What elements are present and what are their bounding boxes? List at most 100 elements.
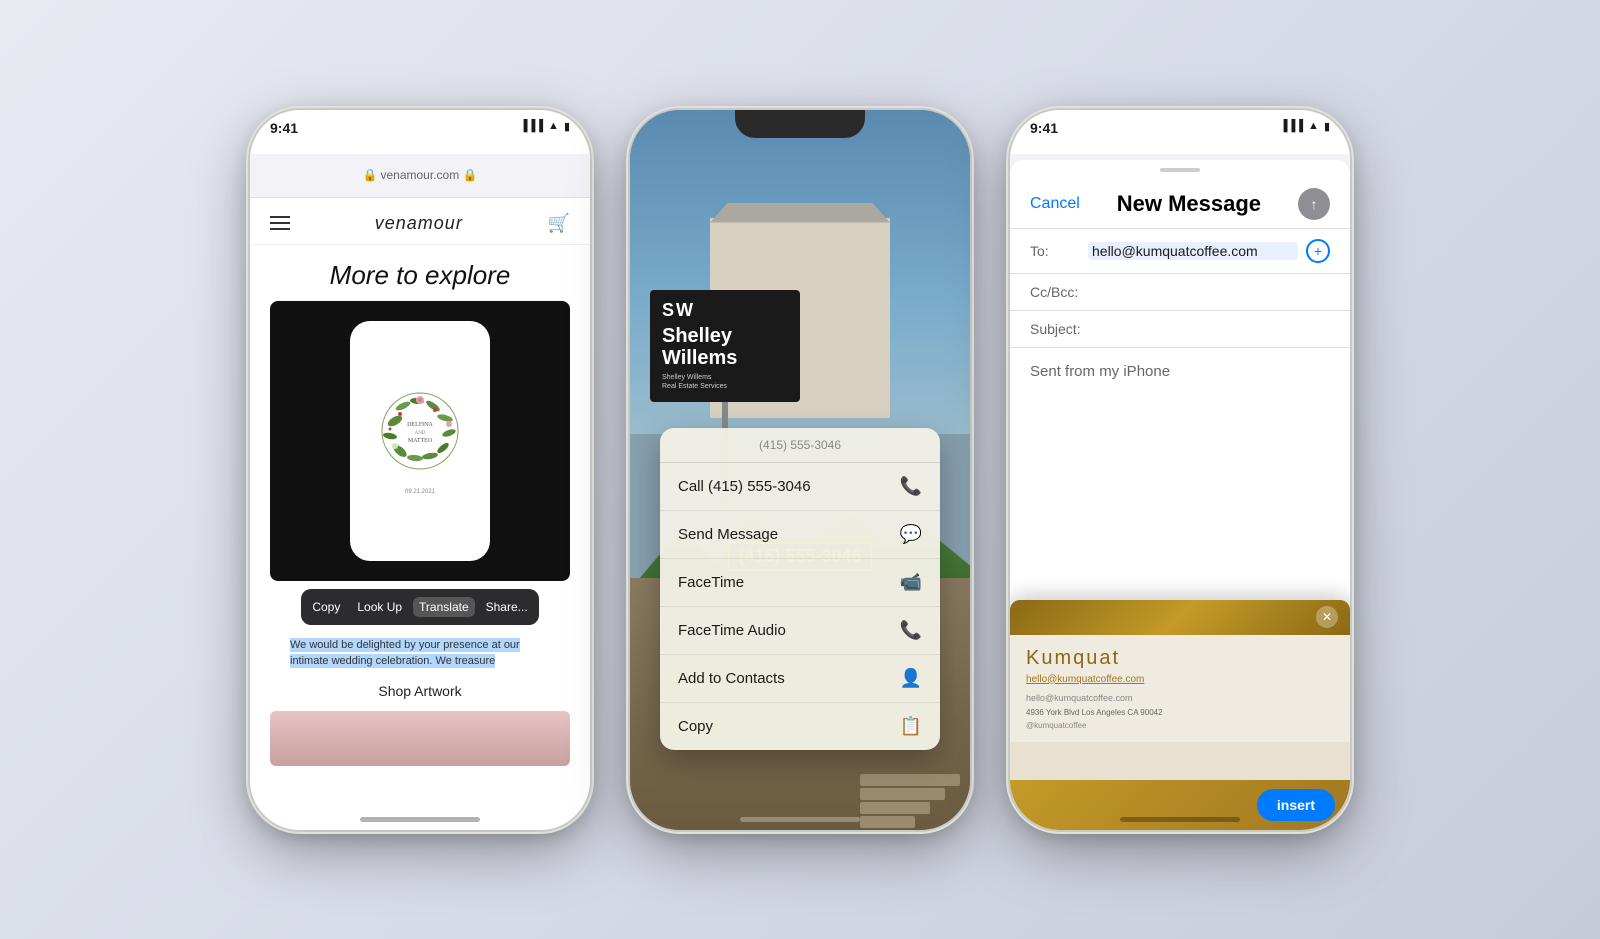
steps	[860, 774, 960, 830]
phone2-screen: SW ShelleyWillems Shelley WillemsReal Es…	[630, 110, 970, 830]
building-roof	[710, 203, 890, 223]
facetime-icon: 📹	[900, 572, 922, 593]
site-main: More to explore	[250, 245, 590, 766]
card-close-button[interactable]: ✕	[1316, 606, 1338, 628]
safari-content: venamour 🛒 More to explore	[250, 198, 590, 830]
context-translate[interactable]: Translate	[413, 597, 475, 617]
insert-button[interactable]: insert	[1257, 789, 1335, 821]
mail-signature: Sent from my iPhone	[1030, 363, 1170, 380]
selected-text: We would be delighted by your presence a…	[290, 638, 520, 669]
home-indicator-3	[1120, 817, 1240, 822]
bc-email-secondary: hello@kumquatcoffee.com	[1026, 693, 1334, 703]
notch-1	[355, 110, 485, 138]
sign-initials: SW	[662, 300, 788, 321]
card-top-bar: ✕	[1010, 600, 1350, 635]
popup-copy-label: Copy	[678, 718, 713, 735]
wifi-icon-3: ▲	[1308, 120, 1319, 132]
popup-message-label: Send Message	[678, 526, 778, 543]
battery-icon-3: ▮	[1324, 120, 1330, 133]
notch-3	[1115, 110, 1245, 138]
subject-label: Subject:	[1030, 321, 1081, 337]
hamburger-menu[interactable]	[270, 216, 290, 230]
copy-icon: 📋	[900, 716, 922, 737]
cc-label: Cc/Bcc:	[1030, 284, 1080, 300]
safari-bar: 🔒 venamour.com 🔒	[250, 154, 590, 198]
card-overlay: ✕ Kumquat hello@kumquatcoffee.com hello@…	[1010, 600, 1350, 830]
context-copy[interactable]: Copy	[306, 597, 346, 617]
phone1-screen: 9:41 ▐▐▐ ▲ ▮ 🔒 venamour.com 🔒	[250, 110, 590, 830]
add-recipient-button[interactable]: +	[1306, 239, 1330, 263]
phone-3: 9:41 ▐▐▐ ▲ ▮ Cancel New Message ↑ To: he…	[1010, 110, 1350, 830]
svg-text:DELFINA: DELFINA	[407, 422, 433, 428]
popup-item-copy[interactable]: Copy 📋	[660, 703, 940, 750]
call-icon: 📞	[900, 476, 922, 497]
subject-field[interactable]: Subject:	[1010, 311, 1350, 348]
facetime-audio-icon: 📞	[900, 620, 922, 641]
to-value[interactable]: hello@kumquatcoffee.com	[1088, 242, 1298, 260]
home-indicator-1	[360, 817, 480, 822]
inner-phone: DELFINA AND MATTEO 09.21.2021	[350, 321, 490, 561]
signal-icon-3: ▐▐▐	[1280, 120, 1303, 132]
explore-title: More to explore	[270, 245, 570, 301]
phone3-screen: 9:41 ▐▐▐ ▲ ▮ Cancel New Message ↑ To: he…	[1010, 110, 1350, 830]
to-label: To:	[1030, 243, 1080, 259]
to-field[interactable]: To: hello@kumquatcoffee.com +	[1010, 229, 1350, 274]
context-share[interactable]: Share...	[480, 597, 534, 617]
popup-item-facetime[interactable]: FaceTime 📹	[660, 559, 940, 607]
site-header: venamour 🛒	[250, 198, 590, 245]
safari-url[interactable]: 🔒 venamour.com 🔒	[363, 168, 478, 182]
phone-1: 9:41 ▐▐▐ ▲ ▮ 🔒 venamour.com 🔒	[250, 110, 590, 830]
bc-email-primary: hello@kumquatcoffee.com	[1026, 674, 1334, 685]
svg-text:AND: AND	[415, 431, 426, 436]
popup-add-contacts-label: Add to Contacts	[678, 670, 785, 687]
bc-brand: Kumquat	[1026, 647, 1334, 670]
invitation-art: DELFINA AND MATTEO 09.21.2021	[350, 321, 490, 561]
battery-icon: ▮	[564, 120, 570, 133]
artwork-card: DELFINA AND MATTEO 09.21.2021	[270, 301, 570, 581]
sign-name: ShelleyWillems	[662, 325, 788, 369]
sign-subtitle: Shelley WillemsReal Estate Services	[662, 373, 788, 393]
wreath-art: DELFINA AND MATTEO	[375, 386, 465, 476]
status-time-3: 9:41	[1030, 120, 1058, 136]
phone-2: SW ShelleyWillems Shelley WillemsReal Es…	[630, 110, 970, 830]
add-contact-icon: 👤	[900, 668, 922, 689]
url-text[interactable]: venamour.com 🔒	[380, 168, 477, 182]
selected-text-area: We would be delighted by your presence a…	[270, 629, 570, 675]
card-bottom-bar: insert	[1010, 780, 1350, 830]
notch-2	[735, 110, 865, 138]
invite-date: 09.21.2021	[405, 489, 435, 495]
wifi-icon: ▲	[548, 120, 559, 132]
business-card: Kumquat hello@kumquatcoffee.com hello@ku…	[1010, 635, 1350, 742]
popup-item-message[interactable]: Send Message 💬	[660, 511, 940, 559]
drag-handle	[1160, 168, 1200, 172]
popup-call-label: Call (415) 555-3046	[678, 478, 811, 495]
cancel-button[interactable]: Cancel	[1030, 195, 1080, 213]
send-button[interactable]: ↑	[1298, 188, 1330, 220]
popup-item-add-contacts[interactable]: Add to Contacts 👤	[660, 655, 940, 703]
lock-icon: 🔒	[363, 168, 378, 182]
svg-text:MATTEO: MATTEO	[408, 438, 433, 444]
home-indicator-2	[740, 817, 860, 822]
popup-item-call[interactable]: Call (415) 555-3046 📞	[660, 463, 940, 511]
mail-title: New Message	[1117, 191, 1261, 217]
mail-sheet: Cancel New Message ↑ To: hello@kumquatco…	[1010, 160, 1350, 830]
shop-label[interactable]: Shop Artwork	[270, 675, 570, 707]
bottom-preview	[270, 711, 570, 766]
bc-handle: @kumquatcoffee	[1026, 721, 1334, 730]
popup-item-facetime-audio[interactable]: FaceTime Audio 📞	[660, 607, 940, 655]
status-icons-3: ▐▐▐ ▲ ▮	[1280, 120, 1330, 133]
cart-icon[interactable]: 🛒	[548, 213, 570, 234]
mail-body[interactable]: Sent from my iPhone	[1010, 348, 1350, 395]
popup-facetime-audio-label: FaceTime Audio	[678, 622, 786, 639]
context-lookup[interactable]: Look Up	[351, 597, 408, 617]
signal-icon: ▐▐▐	[520, 120, 543, 132]
popup-facetime-label: FaceTime	[678, 574, 744, 591]
status-time-1: 9:41	[270, 120, 298, 136]
site-logo: venamour	[375, 213, 463, 234]
sign-board: SW ShelleyWillems Shelley WillemsReal Es…	[650, 290, 800, 403]
bc-address: 4936 York Blvd Los Angeles CA 90042	[1026, 707, 1334, 719]
popup-header: (415) 555-3046	[660, 428, 940, 463]
action-popup: (415) 555-3046 Call (415) 555-3046 📞 Sen…	[660, 428, 940, 750]
message-icon: 💬	[900, 524, 922, 545]
cc-field[interactable]: Cc/Bcc:	[1010, 274, 1350, 311]
